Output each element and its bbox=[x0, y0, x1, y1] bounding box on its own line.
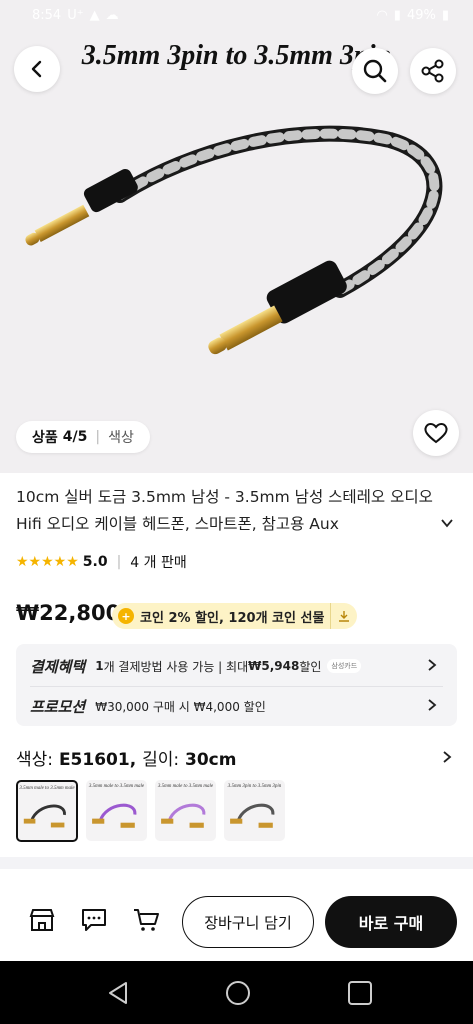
image-counter[interactable]: 상품 4/5 | 색상 bbox=[16, 421, 150, 453]
variant-thumbnail[interactable]: 3.5mm male to 3.5mm male bbox=[86, 780, 147, 841]
coin-icon: + bbox=[118, 608, 134, 624]
payment-max-discount: ₩5,948 bbox=[248, 659, 300, 673]
battery-level: 49% bbox=[406, 8, 436, 23]
cart-icon[interactable] bbox=[132, 907, 160, 933]
payment-discount-suffix: 할인 bbox=[299, 659, 322, 674]
option-length-value: 30cm bbox=[185, 750, 237, 770]
variant-thumbnail[interactable]: 3.5mm 3pin to 3.5mm 3pin bbox=[224, 780, 285, 841]
back-button[interactable] bbox=[14, 46, 60, 92]
buy-now-button[interactable]: 바로 구매 bbox=[325, 896, 457, 948]
sold-count: 4 개 판매 bbox=[130, 555, 187, 571]
clock: 8:54 bbox=[32, 8, 62, 23]
rating-divider: | bbox=[116, 554, 122, 570]
payment-method-count: 1 bbox=[95, 659, 104, 673]
product-title: 10cm 실버 도금 3.5mm 남성 - 3.5mm 남성 스테레오 오디오 … bbox=[16, 488, 433, 533]
promotion-text: ₩30,000 구매 시 ₩4,000 할인 bbox=[95, 699, 266, 714]
signal-icon: ▮ bbox=[393, 8, 401, 23]
product-image-carousel[interactable]: 3.5mm 3pin to 3.5mm 3pin bbox=[0, 0, 473, 473]
chevron-right-icon bbox=[428, 659, 437, 671]
system-navigation-bar bbox=[0, 961, 473, 1024]
back-nav-icon[interactable] bbox=[104, 979, 132, 1007]
coin-offer-text: 코인 2% 할인, 120개 코인 선물 bbox=[140, 610, 325, 626]
chevron-right-icon[interactable] bbox=[440, 750, 454, 764]
card-logo: 삼성카드 bbox=[327, 659, 362, 673]
expand-title-chevron-icon[interactable] bbox=[440, 516, 454, 530]
recents-nav-icon[interactable] bbox=[346, 979, 374, 1007]
counter-value: 4/5 bbox=[62, 429, 88, 445]
variant-thumbnail[interactable]: 3.5mm male to 3.5mm male bbox=[16, 780, 78, 842]
counter-divider: | bbox=[95, 429, 101, 445]
search-icon bbox=[363, 59, 387, 83]
benefits-panel: 결제혜택 1 개 결제방법 사용 가능 | 최대 ₩5,948 할인 삼성카드 … bbox=[16, 644, 457, 726]
option-length-label: 길이: bbox=[142, 750, 180, 770]
payment-benefit-text: 개 결제방법 사용 가능 | 최대 bbox=[103, 659, 249, 674]
star-rating-icon: ★★★★★ bbox=[16, 554, 79, 570]
thumbnail-caption: 3.5mm male to 3.5mm male bbox=[157, 784, 214, 789]
wifi-icon: ◠ bbox=[376, 8, 388, 23]
cloud-icon: ☁ bbox=[105, 8, 119, 23]
promotion-label: 프로모션 bbox=[30, 697, 86, 716]
chevron-right-icon bbox=[428, 699, 437, 711]
add-to-cart-button[interactable]: 장바구니 담기 bbox=[182, 896, 314, 948]
heart-icon bbox=[424, 423, 448, 444]
color-tab-label: 색상 bbox=[108, 430, 134, 446]
selected-option[interactable]: 색상: E51601, 길이: 30cm bbox=[16, 745, 236, 770]
download-coupon-icon[interactable] bbox=[330, 603, 357, 629]
option-color-label: 색상: bbox=[16, 750, 54, 770]
store-icon[interactable] bbox=[28, 907, 56, 933]
product-price: ₩22,800 bbox=[16, 601, 121, 625]
coin-offer-badge[interactable]: + 코인 2% 할인, 120개 코인 선물 bbox=[112, 603, 358, 629]
rating-score: 5.0 bbox=[82, 554, 108, 570]
payment-benefit-label: 결제혜택 bbox=[30, 657, 86, 676]
battery-icon: ▮ bbox=[441, 8, 449, 23]
thumbnail-caption: 3.5mm 3pin to 3.5mm 3pin bbox=[227, 784, 282, 789]
share-icon bbox=[421, 59, 444, 83]
promotion-row[interactable]: 프로모션 ₩30,000 구매 시 ₩4,000 할인 bbox=[30, 686, 443, 726]
rating-row[interactable]: ★★★★★ 5.0 | 4 개 판매 bbox=[16, 552, 187, 572]
cable-thumbnail-image bbox=[161, 803, 206, 828]
warning-icon: ▲ bbox=[89, 8, 100, 23]
cable-thumbnail-image bbox=[92, 803, 137, 828]
payment-benefit-row[interactable]: 결제혜택 1 개 결제방법 사용 가능 | 최대 ₩5,948 할인 삼성카드 bbox=[30, 646, 443, 687]
home-nav-icon[interactable] bbox=[224, 979, 252, 1007]
status-bar: 8:54 U⁺ ▲ ☁ ◠ ▮ 49% ▮ bbox=[0, 0, 473, 34]
cable-thumbnail-image bbox=[230, 803, 275, 828]
chevron-left-icon bbox=[31, 60, 42, 78]
section-divider bbox=[0, 857, 473, 869]
product-image bbox=[25, 125, 443, 355]
share-button[interactable] bbox=[410, 48, 456, 94]
variant-thumbnail[interactable]: 3.5mm male to 3.5mm male bbox=[155, 780, 216, 841]
counter-label: 상품 bbox=[32, 430, 58, 446]
carrier-icon: U⁺ bbox=[67, 8, 84, 23]
option-color-value: E51601, bbox=[58, 750, 137, 770]
variant-thumbnails: 3.5mm male to 3.5mm male 3.5mm male to 3… bbox=[16, 780, 285, 842]
chat-icon[interactable] bbox=[80, 907, 108, 933]
search-button[interactable] bbox=[352, 48, 398, 94]
thumbnail-caption: 3.5mm male to 3.5mm male bbox=[19, 786, 75, 791]
thumbnail-caption: 3.5mm male to 3.5mm male bbox=[88, 784, 145, 789]
wishlist-button[interactable] bbox=[413, 410, 459, 456]
